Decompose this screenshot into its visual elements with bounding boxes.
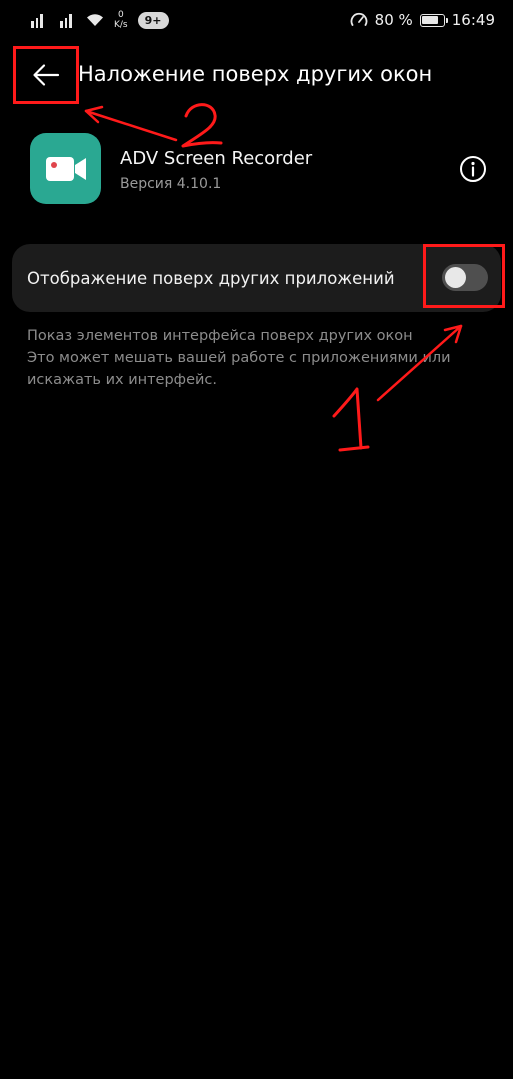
battery-percent: 80 % — [374, 11, 413, 29]
app-name: ADV Screen Recorder — [120, 148, 313, 169]
annotation-number-2 — [181, 103, 223, 148]
app-version: Версия 4.10.1 — [120, 176, 222, 192]
video-camera-icon — [45, 156, 86, 181]
annotation-box-back — [13, 46, 79, 104]
speedometer-icon — [350, 12, 368, 26]
annotation-number-1 — [332, 387, 370, 452]
signal-strength-icon — [57, 13, 76, 28]
notification-count-badge: 9+ — [137, 11, 169, 29]
description-line: Это может мешать вашей работе с приложен… — [27, 350, 451, 366]
annotation-arrow-2 — [84, 109, 178, 142]
setting-label: Отображение поверх других приложений — [27, 269, 395, 288]
app-info-button[interactable] — [459, 155, 487, 183]
network-speed-value: 0 — [117, 10, 124, 20]
status-bar-left: 0 K/s 9+ — [28, 9, 169, 31]
status-bar-right: 80 % 16:49 — [350, 9, 495, 31]
info-icon — [460, 156, 486, 182]
page-title: Наложение поверх других окон — [78, 62, 433, 86]
clock: 16:49 — [451, 11, 495, 29]
description-line: Показ элементов интерфейса поверх других… — [27, 328, 413, 344]
status-bar: 0 K/s 9+ 80 % 16:49 — [0, 0, 513, 40]
annotation-box-toggle — [423, 244, 505, 308]
network-speed-unit: K/s — [114, 20, 128, 30]
app-icon — [30, 133, 101, 204]
battery-icon — [419, 13, 448, 27]
screen: 0 K/s 9+ 80 % 16:49 Наложение поверх дру… — [0, 0, 513, 1079]
wifi-icon — [87, 14, 103, 26]
network-speed: 0 K/s — [114, 10, 128, 30]
setting-description: Показ элементов интерфейса поверх других… — [27, 325, 497, 391]
signal-strength-icon — [28, 13, 47, 28]
annotation-arrowhead-2 — [84, 105, 104, 124]
description-line: искажать их интерфейс. — [27, 372, 218, 388]
